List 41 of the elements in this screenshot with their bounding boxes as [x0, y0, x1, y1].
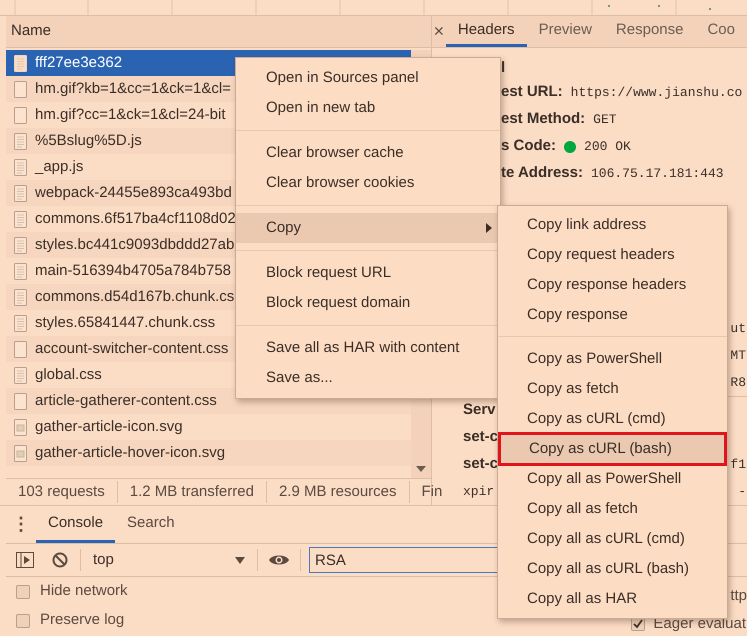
- header-value: 106.75.17.181:443: [590, 164, 724, 183]
- header-value: xpir: [463, 482, 494, 501]
- request-name: main-516394b4705a784b758: [35, 260, 232, 281]
- header-label: s Code:: [501, 136, 556, 156]
- header-value: 200 OK: [584, 138, 631, 156]
- request-name: hm.gif?kb=1&cc=1&ck=1&cl=: [35, 78, 231, 99]
- header-value: R8: [730, 374, 746, 392]
- header-value: GET: [593, 110, 617, 129]
- checkbox-label: Hide network: [40, 581, 128, 602]
- header-value: f1: [730, 456, 746, 474]
- section-title: l: [501, 58, 506, 78]
- checkbox-label: Preserve log: [40, 610, 124, 630]
- request-name: webpack-24455e893ca493bd: [35, 182, 232, 203]
- status-text: 103 requests: [17, 482, 106, 502]
- request-name: commons.6f517ba4cf1108d02: [35, 208, 236, 229]
- request-name: styles.bc441c9093dbddd27ab: [35, 234, 234, 255]
- request-name: global.css: [35, 364, 102, 385]
- header-value: ut: [730, 320, 746, 338]
- request-name: gather-article-hover-icon.svg: [35, 442, 226, 463]
- request-name: %5Bslug%5D.js: [35, 130, 142, 151]
- header-value: -: [738, 482, 746, 501]
- request-name: commons.d54d167b.chunk.cs: [35, 286, 234, 307]
- request-name: fff27ee3e362: [35, 52, 122, 73]
- header-label: set-c: [463, 427, 498, 448]
- status-text: Fin: [408, 480, 454, 504]
- status-text: 1.2 MB transferred: [116, 480, 266, 504]
- request-name: gather-article-icon.svg: [35, 416, 183, 437]
- header-label: te Address:: [501, 163, 583, 184]
- header-label: est Method:: [501, 109, 586, 130]
- request-name: styles.65841447.chunk.css: [35, 312, 216, 333]
- header-value: https://www.jianshu.co: [570, 84, 742, 102]
- header-label: est URL:: [501, 82, 563, 102]
- status-text: 2.9 MB resources: [266, 480, 408, 504]
- request-name: _app.js: [35, 156, 84, 177]
- header-label: set-c: [463, 454, 498, 474]
- header-value: MT: [730, 346, 746, 365]
- header-label: Serv: [463, 400, 496, 420]
- request-name: account-switcher-content.css: [35, 338, 228, 359]
- setting-text: ttp: [730, 586, 747, 606]
- request-name: article-gatherer-content.css: [35, 390, 217, 411]
- request-name: hm.gif?cc=1&ck=1&cl=24-bit: [35, 104, 226, 125]
